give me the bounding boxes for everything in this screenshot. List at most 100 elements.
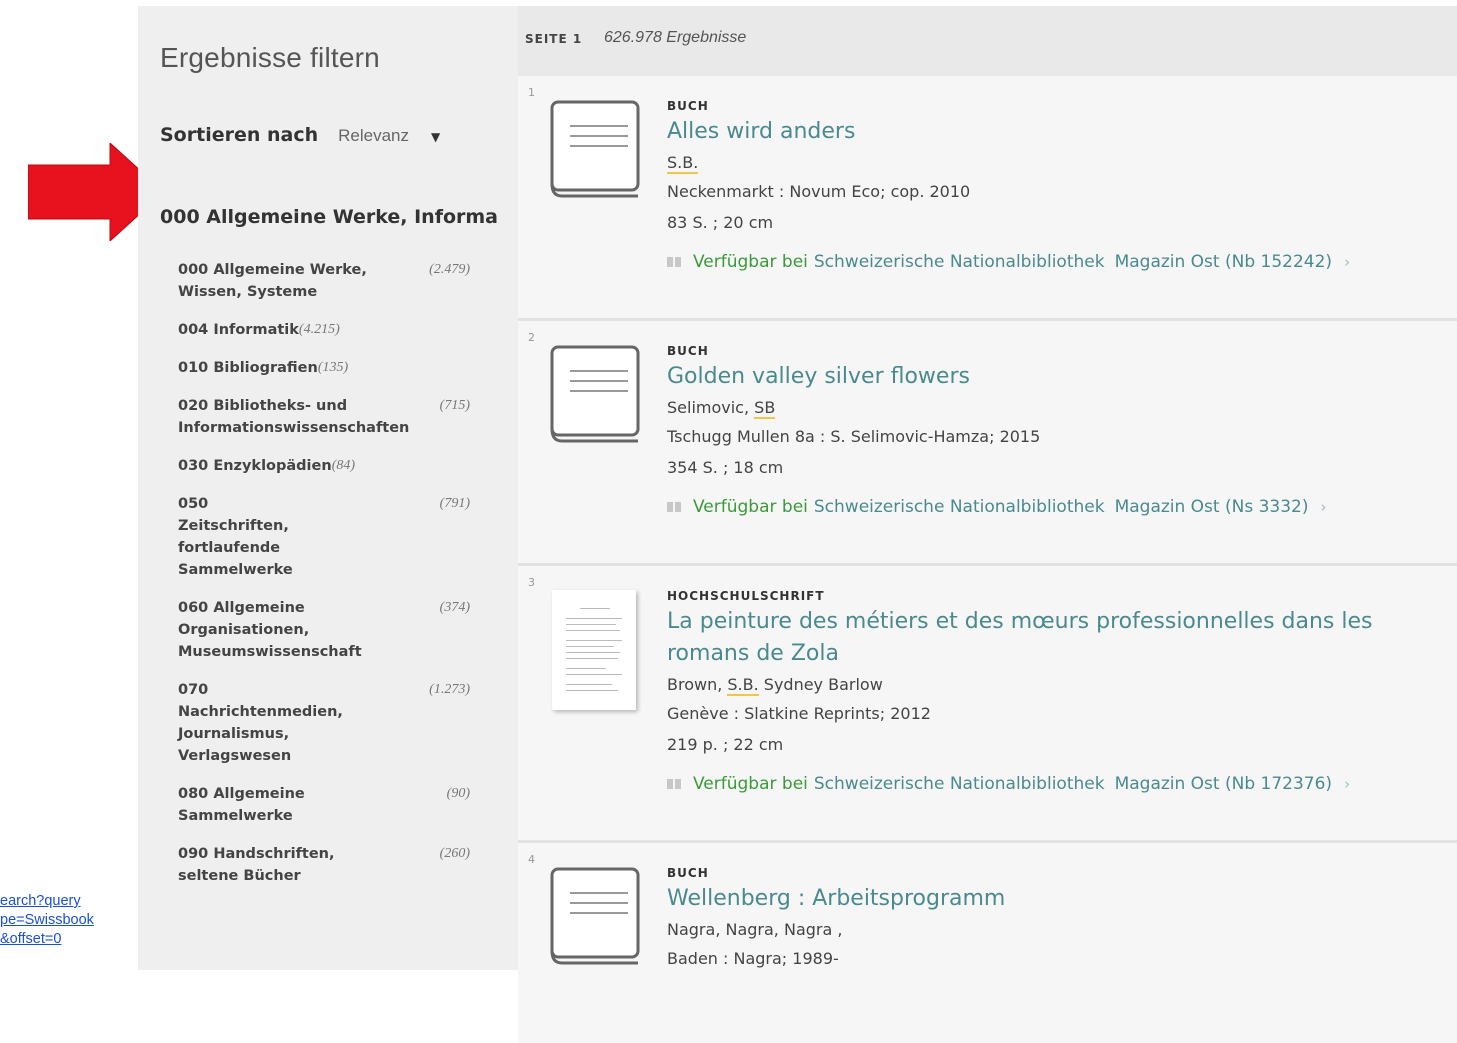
author-text: Selimovic, [667,398,755,417]
facet-count: (4.215) [298,322,340,337]
result-author[interactable]: Nagra, Nagra, Nagra , [667,917,1447,943]
result-extent: 219 p. ; 22 cm [667,735,784,754]
results-header: SEITE 1 626.978 Ergebnisse [518,6,1457,76]
availability-row[interactable]: Verfügbar bei Schweizerische Nationalbib… [667,495,1447,519]
library-icon [667,501,683,513]
result-body: BUCH Wellenberg : Arbeitsprogramm Nagra,… [667,865,1447,974]
facet-label: 004 Informatik [178,322,299,338]
thesis-thumbnail [552,590,636,710]
result-item: 4 BUCH Wellenberg : Arbeitsprogramm Nagr… [518,843,1457,1043]
result-count: 626.978 Ergebnisse [604,29,747,46]
facet-label: 020 Bibliotheks- und Informationswissens… [178,398,410,436]
facet-label: 070 Nachrichtenmedien, Journalismus, Ver… [178,682,343,764]
facet-label: 090 Handschriften, seltene Bücher [178,846,335,884]
library-icon [667,778,683,790]
result-type: BUCH [667,99,709,113]
facet-count: (260) [439,846,470,861]
url-link[interactable]: earch?query pe=Swissbook &offset=0 [0,892,120,949]
result-item: 3 HOCHSCHULSCHRIFT La peinture des métie… [518,566,1457,843]
facet-item-070[interactable]: 070 Nachrichtenmedien, Journalismus, Ver… [178,679,488,767]
result-index: 1 [528,86,535,99]
book-icon [550,100,640,198]
availability-status: Verfügbar bei [693,497,808,517]
facet-count: (374) [439,600,470,615]
facet-item-010[interactable]: 010 Bibliografien (135) [178,357,488,379]
result-author[interactable]: Brown, S.B. Sydney Barlow [667,672,1447,698]
sort-row: Sortieren nach Relevanz ▼ [160,124,440,146]
author-text-post: Sydney Barlow [758,675,883,694]
result-publisher: Baden : Nagra; 1989- [667,949,839,968]
facet-count: (791) [439,496,470,511]
availability-row[interactable]: Verfügbar bei Schweizerische Nationalbib… [667,250,1447,274]
result-index: 3 [528,576,535,589]
facet-count: (84) [331,458,356,473]
facet-item-020[interactable]: 020 Bibliotheks- und Informationswissens… [178,395,488,439]
result-type: HOCHSCHULSCHRIFT [667,589,825,603]
facet-count: (1.273) [429,682,470,697]
result-body: HOCHSCHULSCHRIFT La peinture des métiers… [667,588,1447,796]
chevron-right-icon[interactable]: › [1321,495,1327,519]
result-author[interactable]: Selimovic, SB [667,395,1447,421]
library-icon [667,256,683,268]
facet-count: (715) [439,398,470,413]
facet-label: 010 Bibliografien [178,360,318,376]
facet-item-004[interactable]: 004 Informatik (4.215) [178,319,488,341]
availability-location: Magazin Ost (Nb 172376) [1114,774,1333,794]
chevron-right-icon[interactable]: › [1344,772,1350,796]
sort-dropdown[interactable]: Relevanz [338,126,409,146]
result-body: BUCH Alles wird anders S.B. Neckenmarkt … [667,98,1447,274]
facet-label: 060 Allgemeine Organisationen, Museumswi… [178,600,362,660]
facet-count: (2.479) [429,262,470,277]
author-highlight: S.B. [727,675,759,696]
facet-item-080[interactable]: 080 Allgemeine Sammelwerke (90) [178,783,488,827]
result-type: BUCH [667,866,709,880]
facet-heading[interactable]: 000 Allgemeine Werke, Informa [160,206,498,228]
availability-status: Verfügbar bei [693,774,808,794]
availability-location: Magazin Ost (Nb 152242) [1114,252,1333,272]
availability-library: Schweizerische Nationalbibliothek [813,252,1105,272]
facet-label: 080 Allgemeine Sammelwerke [178,786,305,824]
facet-item-050[interactable]: 050 Zeitschriften, fortlaufende Sammelwe… [178,493,488,581]
caret-down-icon[interactable]: ▼ [431,130,440,144]
author-highlight: SB [754,398,776,419]
page-label: SEITE 1 [525,32,583,46]
availability-status: Verfügbar bei [693,252,808,272]
result-publisher: Tschugg Mullen 8a : S. Selimovic-Hamza; … [667,427,1041,446]
result-publisher: Neckenmarkt : Novum Eco; cop. 2010 [667,182,971,201]
author-text: Nagra, Nagra, Nagra , [667,920,843,939]
facet-list: 000 Allgemeine Werke, Wissen, Systeme (2… [178,259,488,903]
facet-item-060[interactable]: 060 Allgemeine Organisationen, Museumswi… [178,597,488,663]
result-title-link[interactable]: Golden valley silver flowers [667,361,1447,393]
filter-title: Ergebnisse filtern [160,42,380,73]
book-icon [550,345,640,443]
chevron-right-icon[interactable]: › [1344,250,1350,274]
availability-row[interactable]: Verfügbar bei Schweizerische Nationalbib… [667,772,1447,796]
result-title-link[interactable]: Wellenberg : Arbeitsprogramm [667,883,1447,915]
filter-panel: Ergebnisse filtern Sortieren nach Releva… [138,6,518,970]
result-type: BUCH [667,344,709,358]
book-icon [550,867,640,965]
availability-location: Magazin Ost (Ns 3332) [1114,497,1309,517]
results-list: 1 BUCH Alles wird anders S.B. Neckenmark… [518,76,1457,1043]
result-author[interactable]: S.B. [667,150,1447,176]
facet-item-090[interactable]: 090 Handschriften, seltene Bücher (260) [178,843,488,887]
facet-item-030[interactable]: 030 Enzyklopädien (84) [178,455,488,477]
result-item: 2 BUCH Golden valley silver flowers Seli… [518,321,1457,566]
result-index: 2 [528,331,535,344]
result-extent: 354 S. ; 18 cm [667,458,784,477]
facet-item-000[interactable]: 000 Allgemeine Werke, Wissen, Systeme (2… [178,259,488,303]
result-title-link[interactable]: La peinture des métiers et des mœurs pro… [667,606,1447,670]
facet-count: (135) [317,360,349,375]
facet-label: 030 Enzyklopädien [178,458,332,474]
availability-library: Schweizerische Nationalbibliothek [813,497,1105,517]
facet-label: 050 Zeitschriften, fortlaufende Sammelwe… [178,496,293,578]
result-body: BUCH Golden valley silver flowers Selimo… [667,343,1447,519]
facet-count: (90) [446,786,470,801]
author-highlight: S.B. [667,153,699,174]
result-publisher: Genève : Slatkine Reprints; 2012 [667,704,931,723]
sort-label: Sortieren nach [160,124,319,146]
availability-library: Schweizerische Nationalbibliothek [813,774,1105,794]
result-extent: 83 S. ; 20 cm [667,213,774,232]
facet-label: 000 Allgemeine Werke, Wissen, Systeme [178,262,367,300]
result-title-link[interactable]: Alles wird anders [667,116,1447,148]
